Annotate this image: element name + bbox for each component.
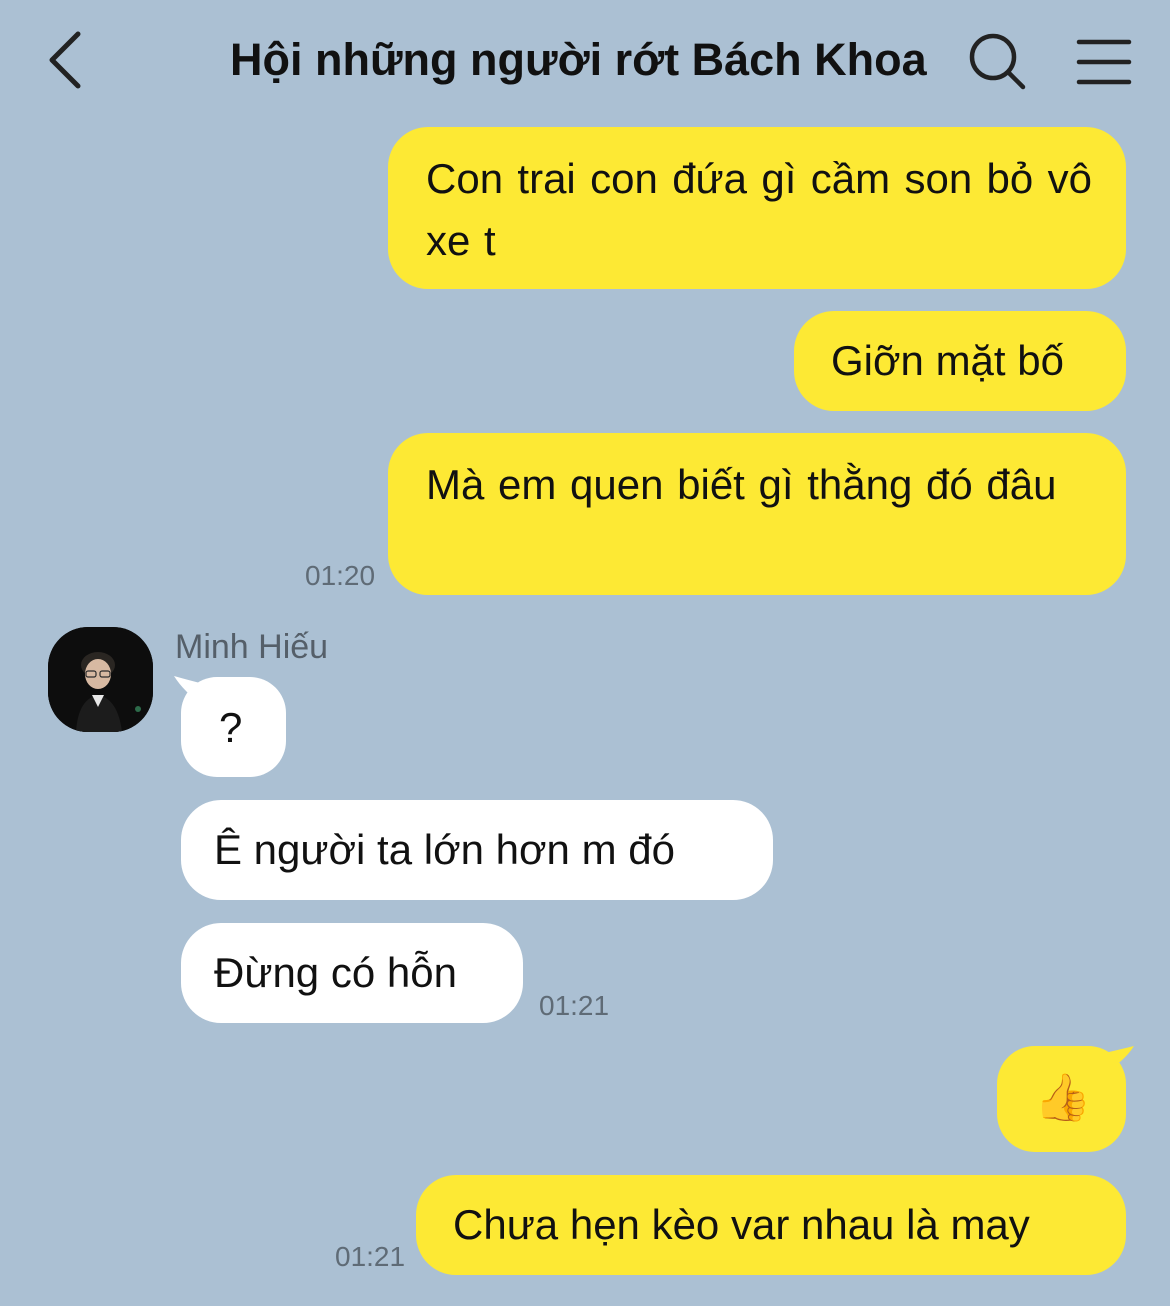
message-bubble-outgoing[interactable]: Con trai con đứa gì cầm son bỏ vô xe t xyxy=(388,127,1126,289)
search-icon xyxy=(969,33,1026,90)
message-bubble-outgoing[interactable]: Giỡn mặt bố xyxy=(794,311,1126,411)
hamburger-menu-icon xyxy=(1076,39,1132,85)
chevron-left-icon xyxy=(49,31,81,89)
contact-avatar[interactable] xyxy=(48,627,153,732)
message-bubble-outgoing[interactable]: Chưa hẹn kèo var nhau là may xyxy=(416,1175,1126,1275)
message-bubble-incoming[interactable]: Đừng có hỗn xyxy=(181,923,523,1023)
message-text: Chưa hẹn kèo var nhau là may xyxy=(453,1201,1030,1248)
message-bubble-outgoing[interactable]: Mà em quen biết gì thằng đó đâu xyxy=(388,433,1126,595)
message-text: Ê người ta lớn hơn m đó xyxy=(214,826,675,873)
chat-screen: Hội những người rớt Bách Khoa Con trai c… xyxy=(0,0,1170,1306)
search-button[interactable] xyxy=(966,30,1028,92)
message-timestamp: 01:21 xyxy=(539,990,610,1021)
message-timestamp: 01:20 xyxy=(305,560,376,591)
message-text: Giỡn mặt bố xyxy=(831,337,1064,384)
message-bubble-outgoing[interactable]: 👍 xyxy=(997,1046,1126,1152)
chat-title: Hội những người rớt Bách Khoa xyxy=(230,34,927,85)
menu-button[interactable] xyxy=(1076,36,1132,88)
message-text: Đừng có hỗn xyxy=(214,949,457,996)
message-timestamp: 01:21 xyxy=(335,1241,406,1272)
message-bubble-incoming[interactable]: ? xyxy=(181,677,286,777)
back-button[interactable] xyxy=(40,28,92,92)
message-bubble-incoming[interactable]: Ê người ta lớn hơn m đó xyxy=(181,800,773,900)
person-photo-icon xyxy=(48,627,153,732)
thumbs-up-emoji: 👍 xyxy=(1034,1071,1092,1123)
message-text: Con trai con đứa gì cầm son bỏ vô xe t xyxy=(426,155,1092,264)
message-text: ? xyxy=(219,704,243,751)
message-text: Mà em quen biết gì thằng đó đâu xyxy=(426,461,1057,508)
sender-name: Minh Hiếu xyxy=(175,628,329,666)
chat-header: Hội những người rớt Bách Khoa xyxy=(0,0,1170,120)
